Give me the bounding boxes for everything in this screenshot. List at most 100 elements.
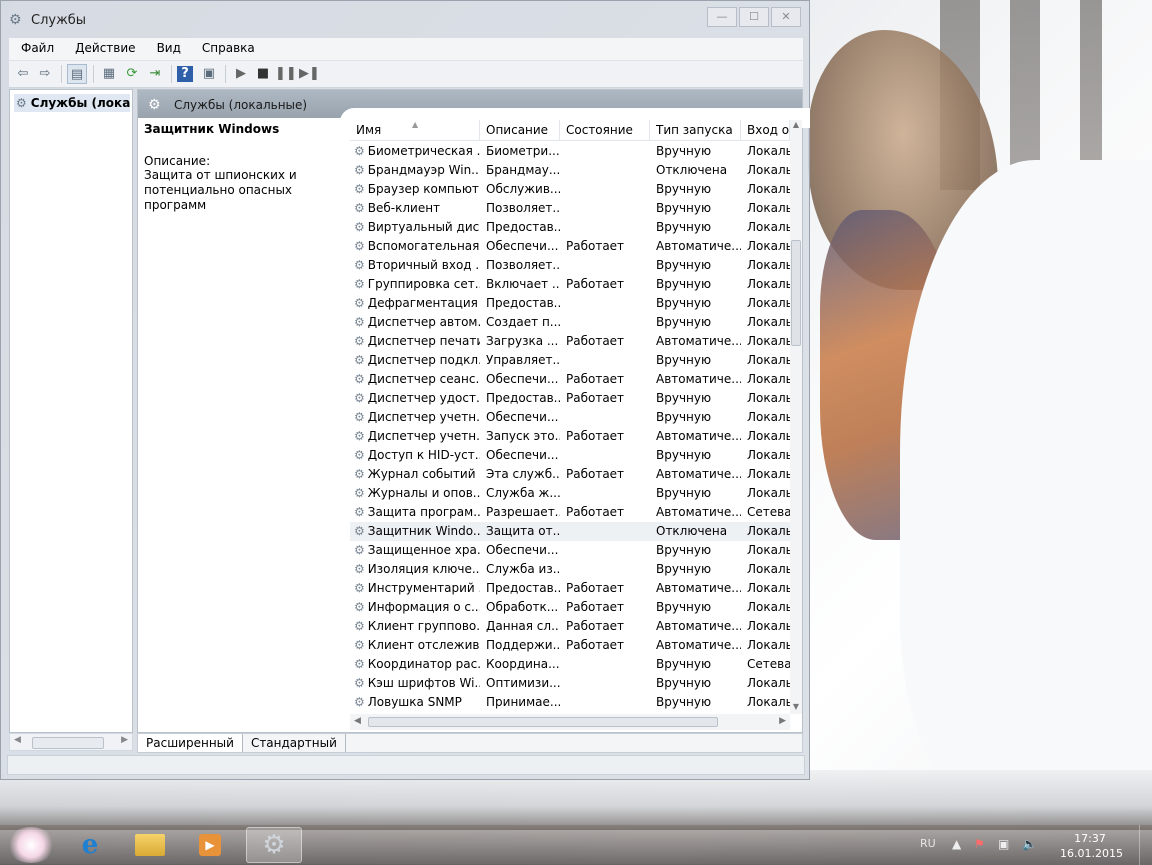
- scroll-left-icon[interactable]: ◀: [14, 735, 21, 745]
- maximize-button[interactable]: ☐: [739, 7, 769, 27]
- start-service-icon[interactable]: ▶: [231, 64, 251, 84]
- show-action-pane-icon[interactable]: ▣: [199, 64, 219, 84]
- taskbar-internet-explorer[interactable]: e: [62, 827, 118, 863]
- table-row[interactable]: ⚙ Журнал событий ... Эта служб... Работает А…: [350, 465, 790, 484]
- cell-startup-type: Автоматиче...: [656, 372, 741, 386]
- minimize-button[interactable]: —: [707, 7, 737, 27]
- language-indicator[interactable]: RU: [920, 837, 936, 850]
- clock[interactable]: 17:37 16.01.2015: [1060, 831, 1123, 861]
- scroll-left-icon[interactable]: ◀: [354, 716, 361, 726]
- start-button[interactable]: [6, 827, 56, 863]
- stop-service-icon[interactable]: ■: [253, 64, 273, 84]
- cell-service-name: ⚙ Биометрическая ...: [350, 142, 480, 161]
- cell-description: Предостав...: [486, 296, 560, 310]
- table-row[interactable]: ⚙ Диспетчер удост... Предостав... Работает В…: [350, 389, 790, 408]
- table-row[interactable]: ⚙ Биометрическая ... Биометри... Вручную Лок…: [350, 142, 790, 161]
- column-header-startup-type[interactable]: Тип запуска: [650, 120, 741, 140]
- scroll-right-icon[interactable]: ▶: [779, 716, 786, 726]
- table-row[interactable]: ⚙ Ловушка SNMP Принимае... Вручную Локаль: [350, 693, 790, 712]
- table-row[interactable]: ⚙ Вспомогательная... Обеспечи... Работает Ав…: [350, 237, 790, 256]
- restart-service-icon[interactable]: ▶❚: [299, 64, 320, 84]
- menu-action[interactable]: Действие: [63, 38, 144, 60]
- table-row[interactable]: ⚙ Изоляция ключе... Служба из... Вручную Лок…: [350, 560, 790, 579]
- table-row[interactable]: ⚙ Журналы и опов... Служба ж... Вручную Лока…: [350, 484, 790, 503]
- table-row[interactable]: ⚙ Виртуальный диск Предостав... Вручную Лока…: [350, 218, 790, 237]
- services-window[interactable]: ⚙ Службы — ☐ ✕ Файл Действие Вид Справка…: [0, 0, 810, 780]
- tree-item-services-local[interactable]: ⚙ Службы (локаль: [14, 94, 130, 112]
- cell-status: Работает: [566, 277, 625, 291]
- close-button[interactable]: ✕: [771, 7, 801, 27]
- cell-text: Ловушка SNMP: [367, 695, 462, 709]
- console-tree-scrollbar[interactable]: ◀ ▶: [9, 733, 133, 751]
- show-hidden-icons-icon[interactable]: ▲: [952, 837, 961, 851]
- table-row[interactable]: ⚙ Кэш шрифтов Wi... Оптимизи... Вручную Лока…: [350, 674, 790, 693]
- taskbar-media-player[interactable]: ▶: [182, 827, 238, 863]
- show-hide-console-tree-icon[interactable]: ▤: [67, 64, 87, 84]
- taskbar-services[interactable]: ⚙: [246, 827, 302, 863]
- table-row[interactable]: ⚙ Координатор рас... Координа... Вручную Сет…: [350, 655, 790, 674]
- table-row[interactable]: ⚙ Брандмауэр Win... Брандмау... Отключена Ло…: [350, 161, 790, 180]
- menu-help[interactable]: Справка: [190, 38, 264, 60]
- table-row[interactable]: ⚙ Диспетчер печати Загрузка ... Работает Авт…: [350, 332, 790, 351]
- table-row[interactable]: ⚙ Диспетчер подкл... Управляет... Вручную Ло…: [350, 351, 790, 370]
- table-row[interactable]: ⚙ Клиент группово... Данная сл... Работает А…: [350, 617, 790, 636]
- table-row[interactable]: ⚙ Доступ к HID-уст... Обеспечи... Вручную Ло…: [350, 446, 790, 465]
- refresh-icon[interactable]: ⟳: [122, 64, 142, 84]
- back-icon[interactable]: ⇦: [13, 64, 33, 84]
- network-icon[interactable]: ▣: [998, 837, 1009, 851]
- cell-service-name: ⚙ Доступ к HID-уст...: [350, 446, 480, 465]
- toolbar-separator: [93, 65, 94, 83]
- table-row[interactable]: ⚙ Диспетчер сеанс... Обеспечи... Работает Ав…: [350, 370, 790, 389]
- volume-icon[interactable]: 🔈: [1022, 837, 1037, 851]
- scroll-up-icon[interactable]: ▲: [791, 120, 801, 132]
- column-header-name[interactable]: Имя ▲: [350, 120, 480, 140]
- cell-text: Изоляция ключе...: [367, 562, 480, 576]
- scroll-thumb[interactable]: [368, 717, 718, 727]
- scroll-right-icon[interactable]: ▶: [121, 735, 128, 745]
- table-row[interactable]: ⚙ Защита програм... Разрешает... Работает Ав…: [350, 503, 790, 522]
- table-row[interactable]: ⚙ Защитник Windo... Защита от... Отключена Л…: [350, 522, 790, 541]
- table-row[interactable]: ⚙ Группировка сет... Включает ... Работает В…: [350, 275, 790, 294]
- tab-standard[interactable]: Стандартный: [243, 734, 346, 752]
- table-row[interactable]: ⚙ Защищенное хра... Обеспечи... Вручную Лока…: [350, 541, 790, 560]
- title-bar[interactable]: ⚙ Службы — ☐ ✕: [1, 1, 809, 37]
- cell-service-name: ⚙ Вторичный вход ...: [350, 256, 480, 275]
- properties-icon[interactable]: ▦: [99, 64, 119, 84]
- cell-log-on-as: Локаль: [747, 277, 790, 291]
- column-header-label: Имя: [356, 123, 382, 137]
- column-header-log-on-as[interactable]: Вход от: [741, 120, 790, 140]
- table-row[interactable]: ⚙ Браузер компьют... Обслужив... Вручную Лок…: [350, 180, 790, 199]
- table-row[interactable]: ⚙ Вторичный вход ... Позволяет... Вручную Ло…: [350, 256, 790, 275]
- column-header-status[interactable]: Состояние: [560, 120, 650, 140]
- table-row[interactable]: ⚙Дефрагментация ... Предостав... Вручную Ло…: [350, 294, 790, 313]
- scroll-down-icon[interactable]: ▼: [791, 702, 801, 714]
- sort-ascending-icon: ▲: [412, 120, 419, 129]
- table-row[interactable]: ⚙ Диспетчер учетн... Запуск это... Работает…: [350, 427, 790, 446]
- table-row[interactable]: ⚙ Инструментарий ... Предостав... Работает А…: [350, 579, 790, 598]
- column-header-description[interactable]: Описание: [480, 120, 560, 140]
- horizontal-scrollbar[interactable]: ◀ ▶: [350, 714, 790, 730]
- action-center-icon[interactable]: ⚑: [974, 837, 985, 851]
- forward-icon[interactable]: ⇨: [35, 64, 55, 84]
- scroll-thumb[interactable]: [791, 240, 801, 346]
- table-row[interactable]: ⚙ Информация о с... Обработк... Работает Вру…: [350, 598, 790, 617]
- table-row[interactable]: ⚙ Диспетчер учетн... Обеспечи... Вручную Лок…: [350, 408, 790, 427]
- taskbar-explorer[interactable]: [122, 827, 178, 863]
- table-row[interactable]: ⚙ Диспетчер автом... Создает п... Вручную Ло…: [350, 313, 790, 332]
- tab-extended[interactable]: Расширенный: [138, 734, 243, 752]
- show-desktop-button[interactable]: [1139, 825, 1152, 865]
- cell-status: [560, 541, 650, 560]
- menu-view[interactable]: Вид: [145, 38, 190, 60]
- export-list-icon[interactable]: ⇥: [145, 64, 165, 84]
- table-row[interactable]: ⚙ Веб-клиент Позволяет... Вручную Локаль: [350, 199, 790, 218]
- pause-service-icon[interactable]: ❚❚: [275, 64, 297, 84]
- cell-startup-type: Вручную: [656, 144, 712, 158]
- service-gear-icon: ⚙: [354, 277, 365, 291]
- menu-file[interactable]: Файл: [9, 38, 63, 60]
- table-row[interactable]: ⚙ Клиент отслежив... Поддержи... Работает Ав…: [350, 636, 790, 655]
- menu-bar: Файл Действие Вид Справка: [9, 38, 803, 61]
- help-icon[interactable]: ?: [177, 66, 193, 82]
- vertical-scrollbar[interactable]: ▲ ▼: [790, 120, 802, 714]
- scroll-thumb[interactable]: [32, 737, 104, 749]
- cell-log-on-as: Локаль: [747, 315, 790, 329]
